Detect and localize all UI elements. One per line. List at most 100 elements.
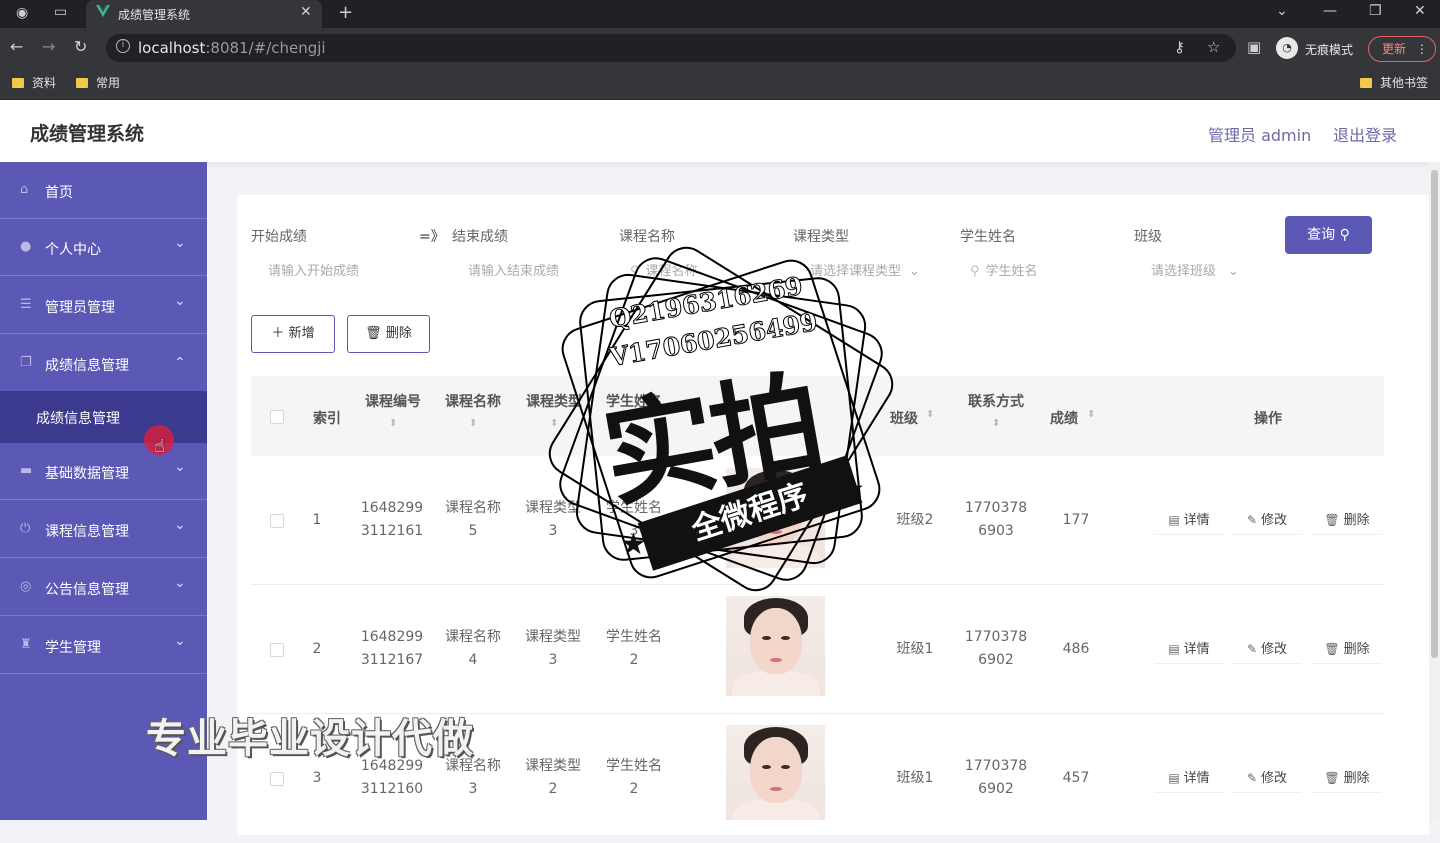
sidebar-item-base-data[interactable]: ▬ 基础数据管理 ⌄ xyxy=(0,443,207,500)
site-info-icon[interactable]: i xyxy=(116,39,130,53)
back-icon[interactable]: ← xyxy=(10,37,23,56)
sidebar-item-label: 课程信息管理 xyxy=(45,524,129,540)
delete-button[interactable]: 🗑 删除 xyxy=(1312,763,1382,793)
sidebar-item-scores[interactable]: ❐ 成绩信息管理 ⌃ xyxy=(0,335,207,392)
trash-icon: 🗑 xyxy=(1324,513,1340,527)
detail-button[interactable]: ▤ 详情 xyxy=(1154,505,1224,535)
sidebar-item-label: 公告信息管理 xyxy=(45,582,129,598)
row-checkbox[interactable] xyxy=(270,772,284,786)
bookmark-folder-ziliao[interactable]: 资料 xyxy=(12,74,56,91)
app-title: 成绩管理系统 xyxy=(30,123,145,145)
detail-button[interactable]: ▤ 详情 xyxy=(1154,634,1224,664)
cell-class: 班级1 xyxy=(896,770,934,786)
bookmark-folder-changyong[interactable]: 常用 xyxy=(76,74,120,91)
trash-icon: 🗑 xyxy=(365,326,382,341)
sidebar-item-notices[interactable]: ◎ 公告信息管理 ⌄ xyxy=(0,559,207,616)
cell-score: 486 xyxy=(1062,641,1090,657)
tab-close-icon[interactable]: ✕ xyxy=(300,4,312,20)
col-course-no[interactable]: 课程编号 xyxy=(365,391,421,411)
submenu-item-score-info[interactable]: 成绩信息管理 xyxy=(0,391,207,443)
scrollbar-thumb[interactable] xyxy=(1431,170,1438,658)
minimize-icon[interactable]: — xyxy=(1323,3,1337,19)
edit-button[interactable]: ✎ 修改 xyxy=(1232,505,1302,535)
pencil-icon: ✎ xyxy=(1246,513,1258,527)
window-close-icon[interactable]: ✕ xyxy=(1414,3,1426,19)
chevron-down-icon: ⌄ xyxy=(174,517,186,533)
bookmark-star-icon[interactable]: ☆ xyxy=(1207,38,1220,56)
url-text[interactable]: localhost:8081/#/chengji xyxy=(138,39,326,57)
chevron-down-icon: ⌄ xyxy=(1228,264,1239,279)
tab-search-chevron-icon[interactable]: ⌄ xyxy=(1276,3,1288,19)
edit-button[interactable]: ✎ 修改 xyxy=(1232,634,1302,664)
cell-contact: 1770378 6903 xyxy=(964,500,1028,539)
select-all-checkbox[interactable] xyxy=(270,410,284,424)
sidebar-item-admins[interactable]: ☰ 管理员管理 ⌄ xyxy=(0,277,207,334)
incognito-label: 无痕模式 xyxy=(1305,43,1354,57)
chevron-down-icon: ⌄ xyxy=(174,575,186,591)
power-icon: ⏻ xyxy=(20,521,31,536)
watermark-bottom-text: 专业毕业设计代做 xyxy=(146,716,474,762)
cell-contact: 1770378 6902 xyxy=(964,629,1028,668)
window-icon[interactable]: ▭ xyxy=(54,4,67,20)
cell-score: 177 xyxy=(1062,512,1090,528)
sort-icon[interactable]: ⬍ xyxy=(469,418,477,429)
globe-icon[interactable]: ◉ xyxy=(16,5,28,21)
trash-icon: 🗑 xyxy=(1324,642,1340,656)
query-button[interactable]: 查询 ⚲ xyxy=(1285,216,1372,254)
col-contact[interactable]: 联系方式 xyxy=(968,391,1024,411)
row-checkbox[interactable] xyxy=(270,514,284,528)
col-score[interactable]: 成绩 xyxy=(1050,408,1078,428)
plus-icon: ＋ xyxy=(271,326,285,341)
start-score-input[interactable]: 请输入开始成绩 xyxy=(268,260,418,288)
sidebar-item-students[interactable]: ♜ 学生管理 ⌄ xyxy=(0,617,207,674)
batch-delete-button[interactable]: 🗑 删除 xyxy=(347,315,430,353)
cell-score: 457 xyxy=(1062,770,1090,786)
delete-button[interactable]: 🗑 删除 xyxy=(1312,505,1382,535)
student-name-input[interactable]: ⚲ 学生姓名 xyxy=(970,260,1120,288)
row-checkbox[interactable] xyxy=(270,643,284,657)
update-button[interactable]: 更新 ⋮ xyxy=(1368,36,1436,62)
key-icon[interactable]: ⚷ xyxy=(1174,38,1185,56)
submenu-item-label: 成绩信息管理 xyxy=(36,411,120,427)
chevron-up-icon: ⌃ xyxy=(174,355,186,371)
cell-course-type: 课程类型 3 xyxy=(525,629,581,668)
cell-contact: 1770378 6902 xyxy=(964,758,1028,797)
sidebar-item-profile[interactable]: ● 个人中心 ⌄ xyxy=(0,219,207,276)
edit-button[interactable]: ✎ 修改 xyxy=(1232,763,1302,793)
cell-student-name: 学生姓名 2 xyxy=(606,629,662,668)
new-tab-icon[interactable]: + xyxy=(338,2,353,23)
star-icon: ★ xyxy=(838,472,865,507)
delete-button[interactable]: 🗑 删除 xyxy=(1312,634,1382,664)
sort-icon[interactable]: ⬍ xyxy=(389,418,397,429)
sidebar-item-courses[interactable]: ⏻ 课程信息管理 ⌄ xyxy=(0,501,207,558)
class-select[interactable]: 请选择班级 ⌄ xyxy=(1151,260,1271,288)
filter-label-end-score: 结束成绩 xyxy=(452,229,508,245)
detail-button[interactable]: ▤ 详情 xyxy=(1154,763,1224,793)
bookmark-folder-other[interactable]: 其他书签 xyxy=(1360,74,1428,91)
incognito-icon[interactable]: ◔ xyxy=(1276,37,1298,59)
student-photo xyxy=(726,725,825,820)
cell-index: 2 xyxy=(312,641,322,657)
sort-icon[interactable]: ⬍ xyxy=(992,418,1000,429)
filter-label-start-score: 开始成绩 xyxy=(251,229,307,245)
cell-class: 班级1 xyxy=(896,641,934,657)
col-course-name[interactable]: 课程名称 xyxy=(445,391,501,411)
logout-link[interactable]: 退出登录 xyxy=(1333,122,1397,146)
chevron-down-icon: ⌄ xyxy=(174,633,186,649)
copy-icon: ❐ xyxy=(20,355,32,370)
reload-icon[interactable]: ↻ xyxy=(74,37,87,56)
add-button[interactable]: ＋ 新增 xyxy=(251,315,335,353)
monitor-icon: ▬ xyxy=(20,463,33,478)
sort-icon[interactable]: ⬍ xyxy=(1087,409,1095,420)
pencil-icon: ✎ xyxy=(1246,771,1258,785)
sidebar-item-label: 管理员管理 xyxy=(45,300,115,316)
sort-icon[interactable]: ⬍ xyxy=(926,409,934,420)
compass-icon: ◎ xyxy=(20,579,32,594)
vue-logo-icon xyxy=(96,5,110,17)
restore-icon[interactable]: ❐ xyxy=(1369,3,1382,19)
sidebar-item-home[interactable]: ⌂ 首页 xyxy=(0,162,207,219)
folder-icon xyxy=(12,78,24,88)
folder-icon xyxy=(1360,78,1372,88)
sidepanel-icon[interactable]: ▣ xyxy=(1247,38,1261,56)
forward-icon[interactable]: → xyxy=(42,37,55,56)
